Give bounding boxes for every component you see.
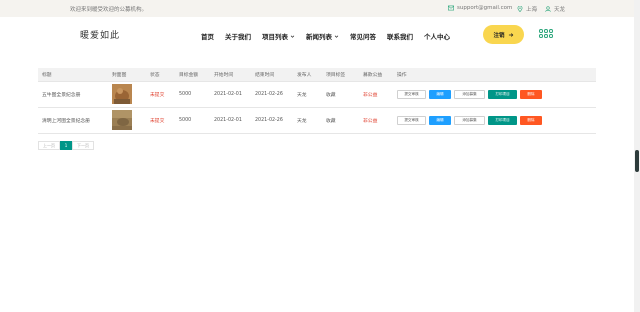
page-1-button[interactable]: 1	[60, 141, 72, 150]
nav-item-home[interactable]: 首页	[201, 31, 214, 41]
row-tag: 收藏	[326, 92, 336, 98]
row-actions: 提交审核 编辑 添加募集 打印项目 删除	[397, 115, 596, 125]
table-row: 清明上河图全景纪念册 未提交 5000 2021-02-01 2021-02-2…	[38, 107, 596, 133]
nav-item-news[interactable]: 新闻列表	[306, 31, 339, 41]
submit-review-button[interactable]: 提交审核	[397, 115, 426, 125]
cover-image	[112, 110, 132, 130]
user-menu[interactable]: 天龙	[545, 5, 565, 13]
nav-item-contact[interactable]: 联系我们	[387, 31, 413, 41]
location-text: 上海	[526, 7, 538, 13]
location[interactable]: 上海	[517, 5, 537, 13]
row-publisher: 天龙	[297, 92, 307, 98]
col-tag: 项目标签	[322, 68, 359, 82]
delete-button[interactable]: 删除	[520, 89, 542, 99]
row-title[interactable]: 五牛图全景纪念册	[38, 81, 108, 107]
col-cover: 封面图	[108, 68, 146, 82]
col-actions: 操作	[393, 68, 596, 82]
logout-button[interactable]: 注销	[483, 25, 524, 44]
status-badge: 未提交	[150, 118, 165, 124]
row-title[interactable]: 清明上河图全景纪念册	[38, 107, 108, 133]
status-badge: 未提交	[150, 92, 165, 98]
user-name: 天龙	[554, 7, 566, 13]
next-page-button[interactable]: 下一页	[72, 141, 94, 150]
row-domain: 非公益	[363, 92, 378, 98]
page-scrollbar[interactable]	[634, 0, 640, 312]
table-row: 五牛图全景纪念册 未提交 5000 2021-02-01 2021-02-26 …	[38, 81, 596, 107]
add-donation-button[interactable]: 添加募集	[454, 89, 485, 99]
top-bar: 欢迎来到暖受欢迎的公募机构。 support@gmail.com 上海 天龙	[0, 0, 634, 17]
email-contact[interactable]: support@gmail.com	[448, 5, 512, 11]
welcome-text: 欢迎来到暖受欢迎的公募机构。	[70, 7, 148, 13]
print-project-button[interactable]: 打印项目	[488, 89, 517, 99]
row-start: 2021-02-01	[214, 91, 242, 97]
col-target: 目标金额	[175, 68, 210, 82]
prev-page-button[interactable]: 上一页	[38, 141, 60, 150]
nav-item-projects[interactable]: 项目列表	[262, 31, 295, 41]
row-end: 2021-02-26	[255, 117, 283, 123]
site-logo[interactable]: 暖爱如此	[80, 28, 120, 41]
row-end: 2021-02-26	[255, 91, 283, 97]
chevron-down-icon	[290, 35, 295, 38]
scrollbar-thumb[interactable]	[635, 150, 639, 172]
row-target: 5000	[179, 91, 192, 97]
edit-button[interactable]: 编辑	[429, 115, 451, 125]
apps-grid-icon[interactable]	[539, 29, 553, 39]
row-target: 5000	[179, 117, 192, 123]
row-actions: 提交审核 编辑 添加募集 打印项目 删除	[397, 89, 596, 99]
row-start: 2021-02-01	[214, 117, 242, 123]
mail-icon	[448, 5, 454, 11]
main-nav: 暖爱如此 首页 关于我们 项目列表 新闻列表 常见问答 联系我们 个人中心 注销	[0, 17, 634, 55]
col-start: 开始时间	[210, 68, 251, 82]
add-donation-button[interactable]: 添加募集	[454, 115, 485, 125]
print-project-button[interactable]: 打印项目	[488, 115, 517, 125]
nav-menu: 首页 关于我们 项目列表 新闻列表 常见问答 联系我们 个人中心	[201, 31, 450, 41]
row-tag: 收藏	[326, 118, 336, 124]
row-domain: 非公益	[363, 118, 378, 124]
location-pin-icon	[517, 6, 523, 12]
col-publisher: 发布人	[293, 68, 322, 82]
row-publisher: 天龙	[297, 118, 307, 124]
col-domain: 募款公益	[359, 68, 393, 82]
delete-button[interactable]: 删除	[520, 115, 542, 125]
cover-image	[112, 84, 132, 104]
col-status: 状态	[146, 68, 175, 82]
chevron-down-icon	[334, 35, 339, 38]
pagination: 上一页 1 下一页	[38, 141, 94, 150]
col-title: 标题	[38, 68, 108, 82]
nav-item-profile[interactable]: 个人中心	[424, 31, 450, 41]
nav-item-about[interactable]: 关于我们	[225, 31, 251, 41]
email-text: support@gmail.com	[457, 5, 513, 11]
project-table: 标题 封面图 状态 目标金额 开始时间 结束时间 发布人 项目标签 募款公益 操…	[38, 68, 596, 134]
arrow-right-icon	[508, 32, 513, 37]
table-header-row: 标题 封面图 状态 目标金额 开始时间 结束时间 发布人 项目标签 募款公益 操…	[38, 68, 596, 82]
edit-button[interactable]: 编辑	[429, 89, 451, 99]
col-end: 结束时间	[251, 68, 293, 82]
nav-item-faq[interactable]: 常见问答	[350, 31, 376, 41]
user-icon	[545, 6, 551, 12]
submit-review-button[interactable]: 提交审核	[397, 89, 426, 99]
